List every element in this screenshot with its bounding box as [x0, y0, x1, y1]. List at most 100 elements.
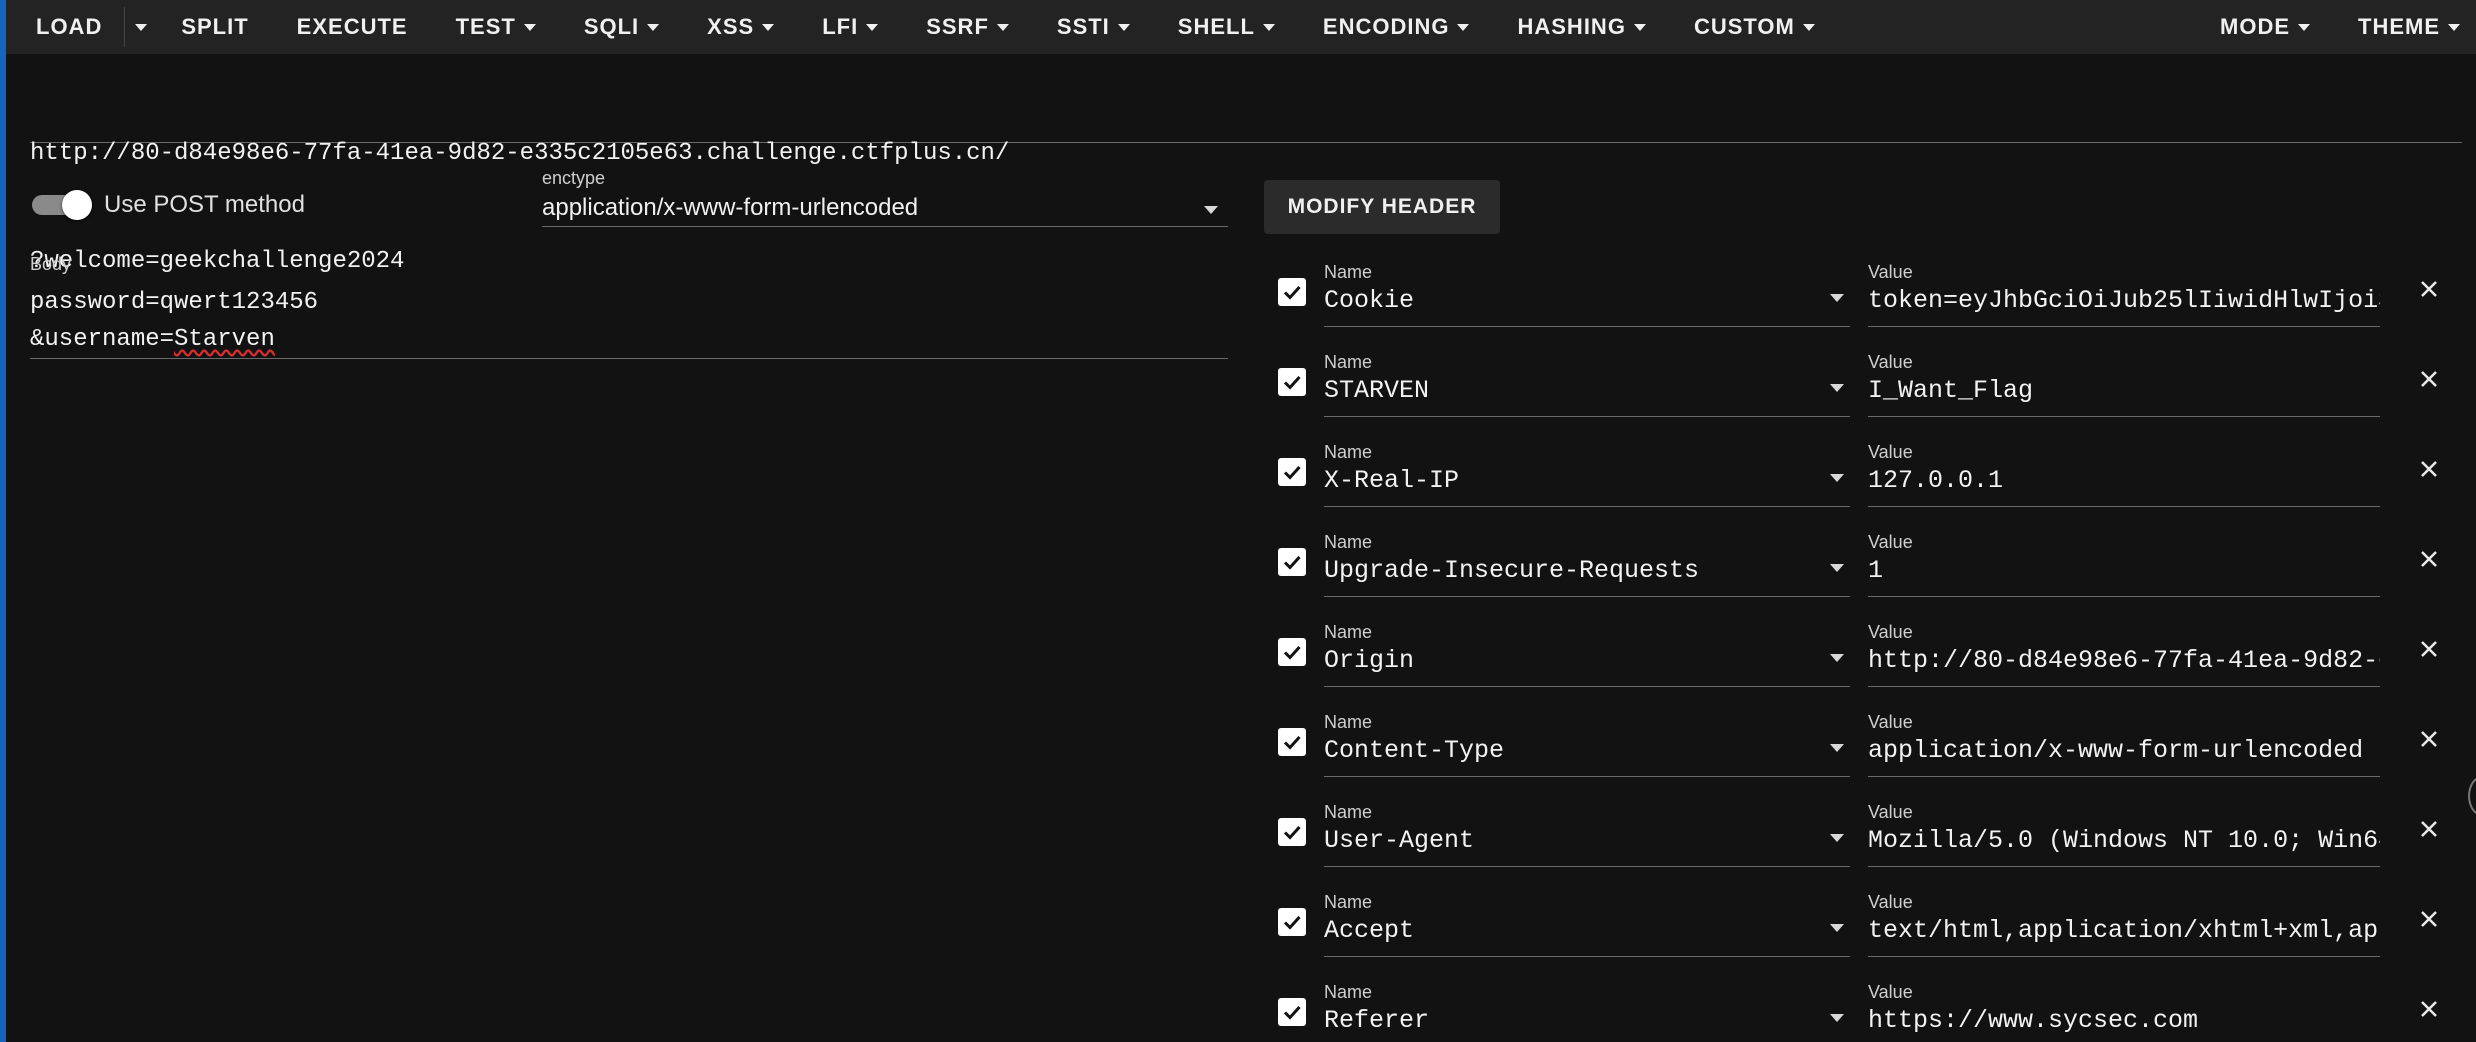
header-value-input[interactable]: Value http://80-d84e98e6-77fa-41ea-9d82-…: [1868, 622, 2380, 687]
header-name-select[interactable]: Name Accept: [1324, 892, 1850, 957]
sqli-menu[interactable]: SQLI: [560, 7, 683, 47]
header-value-input[interactable]: Value 1: [1868, 532, 2380, 597]
header-enabled-checkbox[interactable]: [1278, 998, 1306, 1026]
value-label: Value: [1868, 892, 1913, 912]
custom-menu[interactable]: CUSTOM: [1670, 7, 1839, 47]
header-value-input[interactable]: Value token=eyJhbGciOiJub25lIiwidHlwIjoi…: [1868, 262, 2380, 327]
header-enabled-checkbox[interactable]: [1278, 908, 1306, 936]
enctype-value: application/x-www-form-urlencoded: [542, 194, 919, 221]
ssrf-label: SSRF: [926, 14, 989, 39]
remove-header-button[interactable]: [2414, 364, 2444, 394]
body-label: Body: [30, 254, 72, 274]
value-label: Value: [1868, 262, 1913, 282]
shell-menu[interactable]: SHELL: [1154, 7, 1299, 47]
header-value-text: text/html,application/xhtml+xml,appli: [1868, 916, 2380, 945]
enctype-select[interactable]: enctype application/x-www-form-urlencode…: [542, 168, 1228, 227]
xss-menu[interactable]: XSS: [683, 7, 798, 47]
test-menu[interactable]: TEST: [432, 7, 560, 47]
header-row: Name Origin Value http://80-d84e98e6-77f…: [1278, 622, 2448, 712]
remove-header-button[interactable]: [2414, 634, 2444, 664]
remove-header-button[interactable]: [2414, 724, 2444, 754]
modify-header-label: MODIFY HEADER: [1287, 195, 1477, 218]
remove-header-button[interactable]: [2414, 904, 2444, 934]
header-name-select[interactable]: Name Origin: [1324, 622, 1850, 687]
header-value-input[interactable]: Value https://www.sycsec.com: [1868, 982, 2380, 1042]
close-icon: [2421, 461, 2437, 477]
header-name-value: Referer: [1324, 1006, 1430, 1035]
caret-down-icon: [866, 23, 879, 31]
remove-header-button[interactable]: [2414, 994, 2444, 1024]
use-post-toggle[interactable]: Use POST method: [32, 188, 305, 222]
header-name-value: Accept: [1324, 916, 1415, 945]
header-name-value: Cookie: [1324, 286, 1415, 315]
dropdown-arrow-icon: [1830, 474, 1844, 482]
header-name-select[interactable]: Name Content-Type: [1324, 712, 1850, 777]
lfi-label: LFI: [822, 14, 859, 39]
encoding-menu[interactable]: ENCODING: [1299, 7, 1494, 47]
remove-header-button[interactable]: [2414, 544, 2444, 574]
execute-button[interactable]: EXECUTE: [273, 7, 432, 47]
header-row: Name Upgrade-Insecure-Requests Value 1: [1278, 532, 2448, 622]
checkmark-icon: [1283, 375, 1301, 390]
xss-label: XSS: [707, 14, 755, 39]
mode-menu[interactable]: MODE: [2196, 7, 2334, 47]
dropdown-arrow-icon: [1830, 1014, 1844, 1022]
header-value-input[interactable]: Value I_Want_Flag: [1868, 352, 2380, 417]
ssrf-menu[interactable]: SSRF: [902, 7, 1033, 47]
remove-header-button[interactable]: [2414, 814, 2444, 844]
header-enabled-checkbox[interactable]: [1278, 728, 1306, 756]
header-value-input[interactable]: Value text/html,application/xhtml+xml,ap…: [1868, 892, 2380, 957]
header-enabled-checkbox[interactable]: [1278, 458, 1306, 486]
header-enabled-checkbox[interactable]: [1278, 638, 1306, 666]
header-enabled-checkbox[interactable]: [1278, 818, 1306, 846]
header-name-select[interactable]: Name X-Real-IP: [1324, 442, 1850, 507]
dropdown-arrow-icon: [1830, 744, 1844, 752]
header-enabled-checkbox[interactable]: [1278, 278, 1306, 306]
dropdown-arrow-icon: [1830, 924, 1844, 932]
dropdown-arrow-icon: [1830, 564, 1844, 572]
caret-down-icon: [1633, 23, 1646, 31]
header-name-value: X-Real-IP: [1324, 466, 1460, 495]
ssti-menu[interactable]: SSTI: [1033, 7, 1154, 47]
load-menu-button[interactable]: [125, 7, 157, 47]
dropdown-arrow-icon: [1830, 654, 1844, 662]
header-name-select[interactable]: Name User-Agent: [1324, 802, 1850, 867]
name-label: Name: [1324, 622, 1373, 642]
remove-header-button[interactable]: [2414, 454, 2444, 484]
header-name-select[interactable]: Name Upgrade-Insecure-Requests: [1324, 532, 1850, 597]
theme-menu[interactable]: THEME: [2334, 7, 2476, 47]
scroll-handle[interactable]: [2468, 776, 2476, 816]
header-value-input[interactable]: Value Mozilla/5.0 (Windows NT 10.0; Win6…: [1868, 802, 2380, 867]
caret-down-icon: [2298, 23, 2310, 31]
hashing-menu[interactable]: HASHING: [1493, 7, 1669, 47]
header-enabled-checkbox[interactable]: [1278, 548, 1306, 576]
checkmark-icon: [1283, 1005, 1301, 1020]
header-name-select[interactable]: Name Referer: [1324, 982, 1850, 1042]
toolbar: LOAD SPLIT EXECUTE TEST SQLI XSS LFI SSR…: [6, 0, 2476, 54]
checkmark-icon: [1283, 915, 1301, 930]
header-value-text: 1: [1868, 556, 1884, 585]
header-enabled-checkbox[interactable]: [1278, 368, 1306, 396]
close-icon: [2421, 371, 2437, 387]
load-button[interactable]: LOAD: [6, 7, 126, 47]
header-name-select[interactable]: Name Cookie: [1324, 262, 1850, 327]
close-icon: [2421, 731, 2437, 747]
header-value-input[interactable]: Value application/x-www-form-urlencoded: [1868, 712, 2380, 777]
body-textarea[interactable]: Body password=qwert123456 &username=Starv…: [30, 254, 1228, 359]
url-input[interactable]: http://80-d84e98e6-77fa-41ea-9d82-e335c2…: [30, 64, 2462, 275]
caret-down-icon: [647, 23, 660, 31]
toggle-thumb: [62, 190, 92, 220]
lfi-menu[interactable]: LFI: [798, 7, 902, 47]
dropdown-arrow-icon: [1830, 384, 1844, 392]
header-value-text: http://80-d84e98e6-77fa-41ea-9d82-e33: [1868, 646, 2380, 675]
remove-header-button[interactable]: [2414, 274, 2444, 304]
header-value-text: token=eyJhbGciOiJub25lIiwidHlwIjoiSlc: [1868, 286, 2380, 315]
header-name-select[interactable]: Name STARVEN: [1324, 352, 1850, 417]
caret-down-icon: [523, 23, 536, 31]
modify-header-button[interactable]: MODIFY HEADER: [1264, 180, 1500, 234]
header-name-value: Upgrade-Insecure-Requests: [1324, 556, 1700, 585]
header-value-input[interactable]: Value 127.0.0.1: [1868, 442, 2380, 507]
split-button[interactable]: SPLIT: [157, 7, 272, 47]
value-label: Value: [1868, 982, 1913, 1002]
name-label: Name: [1324, 262, 1373, 282]
